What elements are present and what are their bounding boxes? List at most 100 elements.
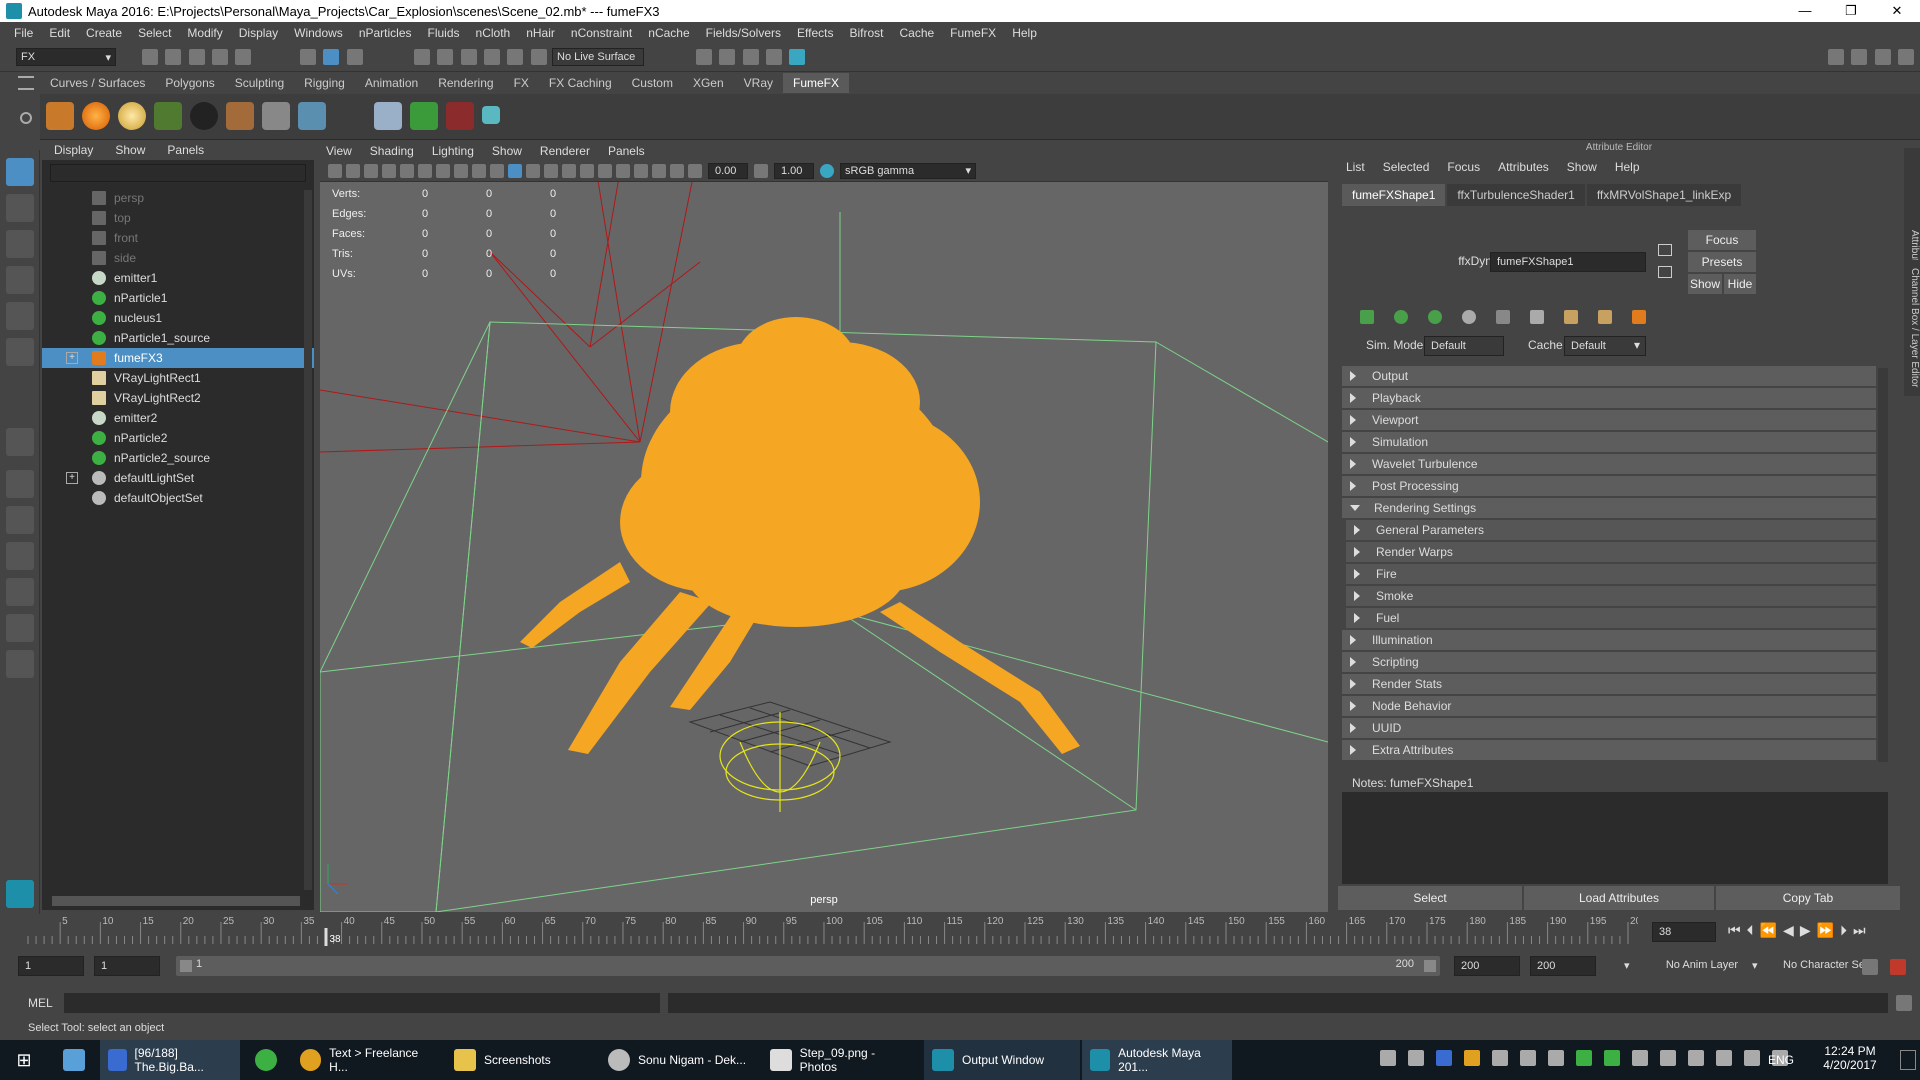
play-icon[interactable]	[1394, 310, 1408, 324]
wavelet-icon[interactable]	[1530, 310, 1544, 324]
snap-live-icon[interactable]	[530, 49, 547, 65]
section-scripting[interactable]: Scripting	[1342, 652, 1876, 672]
step-back-frame-icon[interactable]: ⏴	[1747, 922, 1754, 939]
wand-icon[interactable]	[1598, 310, 1612, 324]
attr-menu-attributes[interactable]: Attributes	[1498, 160, 1549, 174]
tab-fx[interactable]: FX	[504, 73, 539, 93]
show-button[interactable]: Show	[1688, 274, 1722, 294]
film-gate-icon[interactable]	[418, 163, 432, 178]
ambient-occlusion-icon[interactable]	[598, 163, 612, 178]
gear-icon[interactable]	[1462, 310, 1476, 324]
attribute-scrollbar[interactable]	[1878, 368, 1888, 762]
tab-curves-surfaces[interactable]: Curves / Surfaces	[40, 73, 155, 93]
snap-grid-icon[interactable]	[414, 49, 430, 65]
camera-attributes-icon[interactable]	[346, 163, 360, 178]
viewport-menu-panels[interactable]: Panels	[608, 144, 645, 158]
range-end-field[interactable]: 200	[1530, 956, 1596, 976]
force-icon[interactable]	[298, 102, 326, 130]
time-ruler[interactable]: 5 10 15 20 25 30 35 40 45 50 55 60 65 70 75 80 85 90 95 100…	[18, 914, 1638, 948]
shelf-menu-icon[interactable]	[18, 76, 34, 90]
attr-menu-focus[interactable]: Focus	[1447, 160, 1480, 174]
particles-icon[interactable]	[410, 102, 438, 130]
taskbar-item-7[interactable]: Output Window	[924, 1040, 1080, 1080]
outliner-item-defaultobjectset[interactable]: defaultObjectSet	[42, 488, 314, 508]
viewport-menu-view[interactable]: View	[326, 144, 352, 158]
node-name-field[interactable]: fumeFXShape1	[1490, 252, 1646, 272]
presets-button[interactable]: Presets	[1688, 252, 1756, 272]
viewport-panel[interactable]: View Shading Lighting Show Renderer Pane…	[320, 142, 1328, 912]
taskbar-item-4[interactable]: Screenshots	[446, 1040, 598, 1080]
tab-fx-caching[interactable]: FX Caching	[539, 73, 622, 93]
range-handle-end[interactable]	[1424, 960, 1436, 972]
minimize-button[interactable]: —	[1782, 3, 1828, 19]
preferences-icon[interactable]	[1890, 959, 1906, 975]
step-forward-key-icon[interactable]: ⏩	[1817, 922, 1834, 939]
bookmark-icon[interactable]	[364, 163, 378, 178]
tray-icon-11[interactable]	[1660, 1050, 1676, 1066]
search-icon[interactable]	[374, 102, 402, 130]
camera-select-icon[interactable]	[328, 163, 342, 178]
tab-fumefxshape1[interactable]: fumeFXShape1	[1342, 184, 1446, 206]
focus-button[interactable]: Focus	[1688, 230, 1756, 250]
grid-icon[interactable]	[400, 163, 414, 178]
tab-xgen[interactable]: XGen	[683, 73, 734, 93]
command-input[interactable]	[64, 993, 660, 1013]
tray-icon-1[interactable]	[1380, 1050, 1396, 1066]
layout-icon-6[interactable]	[6, 650, 34, 678]
section-output[interactable]: Output	[1342, 366, 1876, 386]
hypershade-icon[interactable]	[789, 49, 806, 65]
outliner-vertical-scrollbar[interactable]	[304, 190, 312, 890]
taskbar-item-2[interactable]	[242, 1040, 290, 1080]
outliner-item-persp[interactable]: persp	[42, 188, 314, 208]
outliner-horizontal-scrollbar[interactable]	[52, 896, 300, 906]
tab-polygons[interactable]: Polygons	[155, 73, 224, 93]
snap-point-icon[interactable]	[460, 49, 477, 65]
move-tool-icon[interactable]	[6, 266, 34, 294]
menu-select[interactable]: Select	[130, 26, 179, 40]
outliner-item-vraylightrect2[interactable]: VRayLightRect2	[42, 388, 314, 408]
current-frame-field[interactable]: 38	[1652, 922, 1716, 942]
section-smoke[interactable]: Smoke	[1346, 586, 1876, 606]
open-scene-icon[interactable]	[165, 49, 182, 65]
section-simulation[interactable]: Simulation	[1342, 432, 1876, 452]
tray-icon-4[interactable]	[1464, 1050, 1480, 1066]
lights-icon[interactable]	[562, 163, 576, 178]
menu-edit[interactable]: Edit	[41, 26, 78, 40]
scale-tool-icon[interactable]	[6, 338, 34, 366]
outliner-item-nparticle2-source[interactable]: nParticle2_source	[42, 448, 314, 468]
hypershade-layout-icon[interactable]	[6, 578, 34, 606]
play-backward-icon[interactable]: ◀	[1783, 922, 1794, 939]
layout-icon-1[interactable]	[1828, 49, 1844, 65]
outliner-item-vraylightrect1[interactable]: VRayLightRect1	[42, 368, 314, 388]
attr-menu-show[interactable]: Show	[1567, 160, 1597, 174]
render-view-icon[interactable]	[766, 49, 783, 65]
gamma-field[interactable]: 1.00	[774, 162, 814, 179]
single-view-icon[interactable]	[6, 428, 34, 456]
select-component-icon[interactable]	[346, 49, 363, 65]
clock[interactable]: 12:24 PM 4/20/2017	[1810, 1044, 1890, 1072]
attr-menu-selected[interactable]: Selected	[1383, 160, 1430, 174]
outliner-item-fumefx3[interactable]: + fumeFX3	[42, 348, 314, 368]
outliner-search-field[interactable]	[50, 164, 306, 182]
range-slider[interactable]: 1 200	[176, 956, 1440, 976]
outliner-item-nparticle2[interactable]: nParticle2	[42, 428, 314, 448]
task-view-button[interactable]	[50, 1040, 98, 1080]
tray-icon-2[interactable]	[1408, 1050, 1424, 1066]
persp-outliner-icon[interactable]	[6, 506, 34, 534]
save-scene-icon[interactable]	[188, 49, 205, 65]
motion-blur-icon[interactable]	[616, 163, 630, 178]
tray-icon-5[interactable]	[1492, 1050, 1508, 1066]
menu-cache[interactable]: Cache	[891, 26, 942, 40]
taskbar-item-3[interactable]: Text > Freelance H...	[292, 1040, 444, 1080]
tab-rigging[interactable]: Rigging	[294, 73, 355, 93]
step-forward-frame-icon[interactable]: ⏵	[1840, 922, 1847, 939]
notes-textarea[interactable]	[1342, 792, 1888, 884]
field-chart-icon[interactable]	[472, 163, 486, 178]
sphere-source-icon[interactable]	[118, 102, 146, 130]
outliner-item-nparticle1-source[interactable]: nParticle1_source	[42, 328, 314, 348]
tray-icon-12[interactable]	[1688, 1050, 1704, 1066]
four-view-icon[interactable]	[6, 470, 34, 498]
outliner-item-side[interactable]: side	[42, 248, 314, 268]
close-button[interactable]: ✕	[1874, 3, 1920, 19]
smooth-shade-icon[interactable]	[526, 163, 540, 178]
